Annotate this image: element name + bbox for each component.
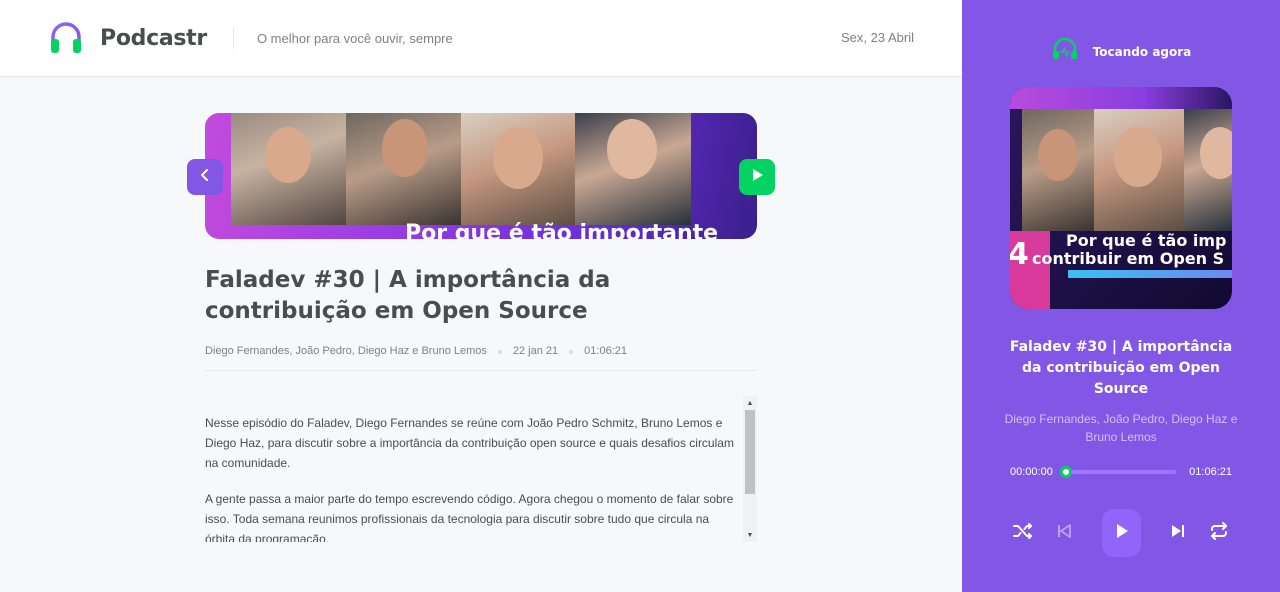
previous-track-button[interactable] — [1054, 521, 1074, 545]
episode-thumbnail: Por que é tão importante — [205, 113, 757, 239]
progress-handle[interactable] — [1060, 466, 1072, 478]
cover-caption-line: Por que é tão imp — [1066, 231, 1227, 250]
player-header: Tocando agora — [962, 37, 1280, 65]
next-track-button[interactable] — [1169, 521, 1189, 545]
play-pause-button[interactable] — [1101, 509, 1141, 557]
skip-previous-icon — [1055, 522, 1073, 545]
thumbnail-frame — [461, 113, 576, 225]
description-text: Nesse episódio do Faladev, Diego Fernand… — [205, 396, 740, 542]
player-controls — [1002, 509, 1240, 557]
cover-band — [1010, 87, 1232, 109]
play-episode-button[interactable] — [739, 159, 775, 195]
repeat-icon — [1208, 520, 1230, 547]
episode-meta: Diego Fernandes, João Pedro, Diego Haz e… — [205, 345, 757, 371]
total-time: 01:06:21 — [1189, 466, 1232, 478]
progress-track[interactable] — [1060, 466, 1176, 478]
cover-caption-line: contribuir em Open S — [1032, 249, 1225, 268]
shuffle-button[interactable] — [1012, 521, 1034, 545]
description-paragraph: A gente passa a maior parte do tempo esc… — [205, 492, 734, 542]
thumbnail-frame — [575, 113, 691, 225]
app-name: Podcastr — [100, 25, 207, 51]
episode-description[interactable]: Nesse episódio do Faladev, Diego Fernand… — [205, 396, 757, 542]
current-date: Sex, 23 Abril — [841, 30, 914, 45]
episode-title: Faladev #30 | A importância da contribui… — [205, 267, 611, 324]
play-icon — [1112, 522, 1130, 545]
scroll-down-arrow-icon[interactable]: ▼ — [743, 528, 757, 542]
shuffle-icon — [1012, 520, 1034, 547]
episode-members: Diego Fernandes, João Pedro, Diego Haz e… — [205, 345, 487, 357]
thumbnail-frame — [346, 113, 462, 225]
chevron-left-icon — [198, 168, 212, 187]
description-paragraph: Nesse episódio do Faladev, Diego Fernand… — [205, 416, 734, 470]
cover-frame — [1184, 109, 1232, 231]
headphones-icon — [1051, 37, 1079, 65]
headphones-icon — [48, 20, 84, 56]
logo[interactable]: Podcastr — [48, 20, 207, 56]
cover-frame — [1094, 109, 1184, 231]
scroll-up-arrow-icon[interactable]: ▲ — [743, 396, 757, 410]
play-icon — [749, 167, 765, 188]
episode-duration: 01:06:21 — [584, 345, 627, 357]
player-panel: Tocando agora 4 Por que é tão imp contri… — [962, 0, 1280, 592]
thumbnail-caption: Por que é tão importante — [405, 221, 719, 239]
thumbnail-frame — [231, 113, 347, 225]
separator-dot — [497, 350, 502, 354]
episode-thumbnail-area: Por que é tão importante — [187, 113, 775, 239]
episode-date: 22 jan 21 — [512, 345, 559, 357]
description-scrollbar[interactable]: ▲ ▼ — [743, 396, 757, 542]
cover-caption: Por que é tão imp contribuir em Open S — [1032, 232, 1232, 268]
header-divider — [232, 27, 234, 49]
playing-episode-members: Diego Fernandes, João Pedro, Diego Haz e… — [1004, 412, 1238, 444]
separator-dot — [569, 350, 574, 354]
now-playing-label: Tocando agora — [1092, 44, 1192, 59]
back-button[interactable] — [187, 159, 223, 195]
skip-next-icon — [1169, 522, 1187, 545]
cover-frame — [1022, 109, 1094, 231]
header: Podcastr O melhor para você ouvir, sempr… — [0, 0, 962, 77]
episode-cover: 4 Por que é tão imp contribuir em Open S — [1010, 87, 1232, 309]
current-time: 00:00:00 — [1010, 466, 1053, 478]
scrollbar-thumb[interactable] — [745, 410, 755, 494]
playing-episode-title: Faladev #30 | A importância da contribui… — [1009, 339, 1233, 397]
repeat-button[interactable] — [1208, 521, 1230, 545]
progress-bar: 00:00:00 01:06:21 — [1010, 464, 1232, 480]
main-content: Podcastr O melhor para você ouvir, sempr… — [0, 0, 962, 592]
tagline: O melhor para você ouvir, sempre — [256, 30, 453, 46]
cover-number: 4 — [1010, 237, 1029, 272]
cover-strip — [1068, 270, 1232, 278]
